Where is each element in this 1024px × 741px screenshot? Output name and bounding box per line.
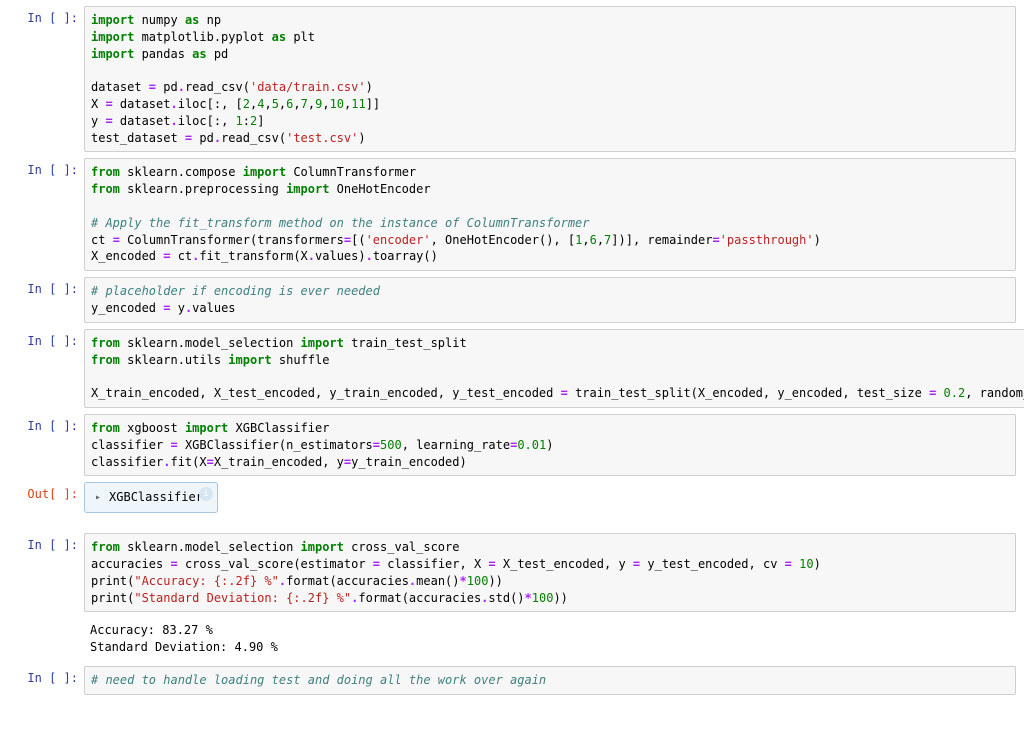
code-cell: In [ ]:# placeholder if encoding is ever… [8,277,1016,323]
code-cell: In [ ]:from xgboost import XGBClassifier… [8,414,1016,476]
code-input[interactable]: import numpy as np import matplotlib.pyp… [84,6,1016,152]
code-cell: In [ ]:from sklearn.model_selection impo… [8,533,1016,612]
output-prompt: Out[ ]: [8,482,84,513]
xgb-classifier-output[interactable]: ▸ XGBClassifieri [84,482,218,513]
input-prompt: In [ ]: [8,414,84,476]
cell-body: # need to handle loading test and doing … [84,666,1016,695]
code-input[interactable]: from xgboost import XGBClassifier classi… [84,414,1016,476]
code-input[interactable]: from sklearn.compose import ColumnTransf… [84,158,1016,271]
output-prompt-empty [8,618,84,660]
input-prompt: In [ ]: [8,533,84,612]
code-cell: In [ ]:# need to handle loading test and… [8,666,1016,695]
input-prompt: In [ ]: [8,158,84,271]
code-cell: In [ ]:import numpy as np import matplot… [8,6,1016,152]
code-cell: In [ ]:from sklearn.model_selection impo… [8,329,1016,408]
stdout-output: Accuracy: 83.27 % Standard Deviation: 4.… [84,618,1016,660]
cell-body: # placeholder if encoding is ever needed… [84,277,1016,323]
input-prompt: In [ ]: [8,666,84,695]
cell-body: from xgboost import XGBClassifier classi… [84,414,1016,476]
output-cell: Accuracy: 83.27 % Standard Deviation: 4.… [8,618,1016,660]
code-cell: In [ ]:from sklearn.compose import Colum… [8,158,1016,271]
cell-body: import numpy as np import matplotlib.pyp… [84,6,1016,152]
code-input[interactable]: from sklearn.model_selection import cros… [84,533,1016,612]
xgb-label: XGBClassifier [109,489,203,506]
cell-body: from sklearn.model_selection import cros… [84,533,1016,612]
code-input[interactable]: # placeholder if encoding is ever needed… [84,277,1016,323]
input-prompt: In [ ]: [8,329,84,408]
cell-body: from sklearn.compose import ColumnTransf… [84,158,1016,271]
info-icon[interactable]: i [199,487,213,501]
notebook: In [ ]:import numpy as np import matplot… [0,0,1024,741]
code-input[interactable]: # need to handle loading test and doing … [84,666,1016,695]
output-cell: Out[ ]: ▸ XGBClassifieri [8,482,1016,513]
input-prompt: In [ ]: [8,6,84,152]
input-prompt: In [ ]: [8,277,84,323]
expand-triangle-icon[interactable]: ▸ [95,491,101,505]
cell-body: from sklearn.model_selection import trai… [84,329,1024,408]
code-input[interactable]: from sklearn.model_selection import trai… [84,329,1024,408]
